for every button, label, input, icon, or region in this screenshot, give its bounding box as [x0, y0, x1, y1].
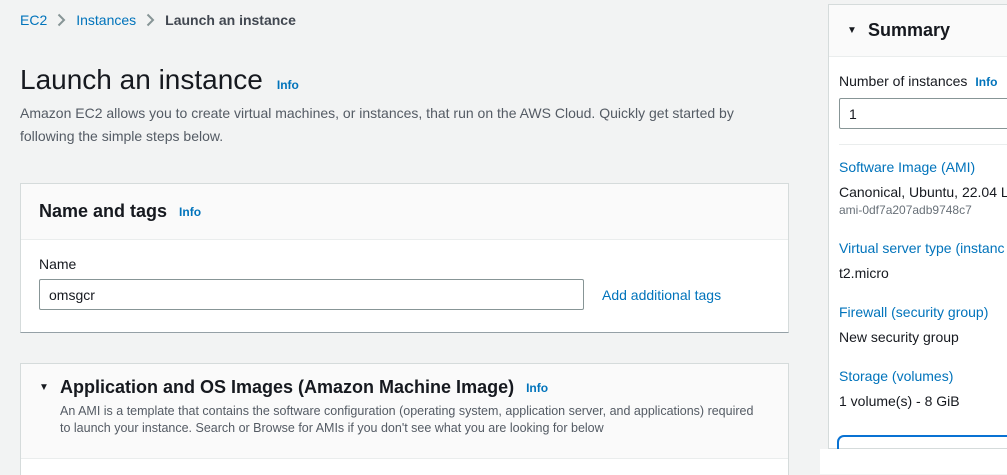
- summary-title: Summary: [868, 20, 950, 41]
- summary-section-ami: Software Image (AMI) Canonical, Ubuntu, …: [839, 159, 1007, 217]
- divider: [839, 144, 1007, 145]
- name-and-tags-info-link[interactable]: Info: [179, 205, 201, 219]
- storage-link[interactable]: Storage (volumes): [839, 368, 1007, 384]
- summary-header[interactable]: ▼ Summary: [829, 5, 1007, 57]
- ami-card-header[interactable]: ▼ Application and OS Images (Amazon Mach…: [21, 364, 788, 459]
- breadcrumb: EC2 Instances Launch an instance: [20, 12, 296, 28]
- name-and-tags-body: Name Add additional tags: [21, 240, 788, 326]
- caret-down-icon: ▼: [847, 25, 868, 36]
- name-and-tags-card: Name and tags Info Name Add additional t…: [20, 183, 789, 333]
- caret-down-icon: ▼: [39, 382, 60, 393]
- ami-card-body: [21, 459, 788, 475]
- breadcrumb-link-instances[interactable]: Instances: [76, 12, 136, 28]
- software-image-link[interactable]: Software Image (AMI): [839, 159, 1007, 175]
- virtual-server-type-link[interactable]: Virtual server type (instanc: [839, 240, 1007, 256]
- name-and-tags-header: Name and tags Info: [21, 184, 788, 240]
- ami-card-description: An AMI is a template that contains the s…: [60, 403, 767, 437]
- footer-panel-cutoff: [837, 435, 1007, 449]
- breadcrumb-link-ec2[interactable]: EC2: [20, 12, 47, 28]
- summary-body: Number of instances Info Software Image …: [829, 57, 1007, 409]
- chevron-right-icon: [146, 13, 155, 27]
- name-input[interactable]: [39, 279, 584, 310]
- ami-card: ▼ Application and OS Images (Amazon Mach…: [20, 363, 789, 475]
- page-header: Launch an instance Info: [20, 64, 299, 96]
- firewall-value: New security group: [839, 329, 1007, 345]
- add-additional-tags-link[interactable]: Add additional tags: [602, 287, 721, 303]
- page-title-info-link[interactable]: Info: [277, 78, 299, 92]
- software-image-value: Canonical, Ubuntu, 22.04 L: [839, 184, 1007, 200]
- summary-section-storage: Storage (volumes) 1 volume(s) - 8 GiB: [839, 368, 1007, 409]
- name-field-label: Name: [39, 256, 770, 272]
- firewall-link[interactable]: Firewall (security group): [839, 304, 1007, 320]
- ami-id-text: ami-0df7a207adb9748c7: [839, 203, 1007, 217]
- chevron-right-icon: [57, 13, 66, 27]
- storage-value: 1 volume(s) - 8 GiB: [839, 393, 1007, 409]
- ami-info-link[interactable]: Info: [526, 381, 548, 395]
- bottom-strip: [820, 449, 1007, 474]
- summary-panel: ▼ Summary Number of instances Info Softw…: [828, 4, 1007, 449]
- number-of-instances-label: Number of instances: [839, 73, 967, 89]
- breadcrumb-current: Launch an instance: [165, 12, 296, 28]
- instance-type-value: t2.micro: [839, 265, 1007, 281]
- number-of-instances-input[interactable]: [839, 98, 1007, 129]
- summary-section-instance-type: Virtual server type (instanc t2.micro: [839, 240, 1007, 281]
- page-description: Amazon EC2 allows you to create virtual …: [20, 102, 768, 148]
- number-of-instances-info-link[interactable]: Info: [975, 75, 997, 89]
- page-title: Launch an instance: [20, 64, 263, 96]
- name-and-tags-title: Name and tags: [39, 201, 167, 222]
- summary-section-firewall: Firewall (security group) New security g…: [839, 304, 1007, 345]
- ami-card-title: Application and OS Images (Amazon Machin…: [60, 377, 514, 398]
